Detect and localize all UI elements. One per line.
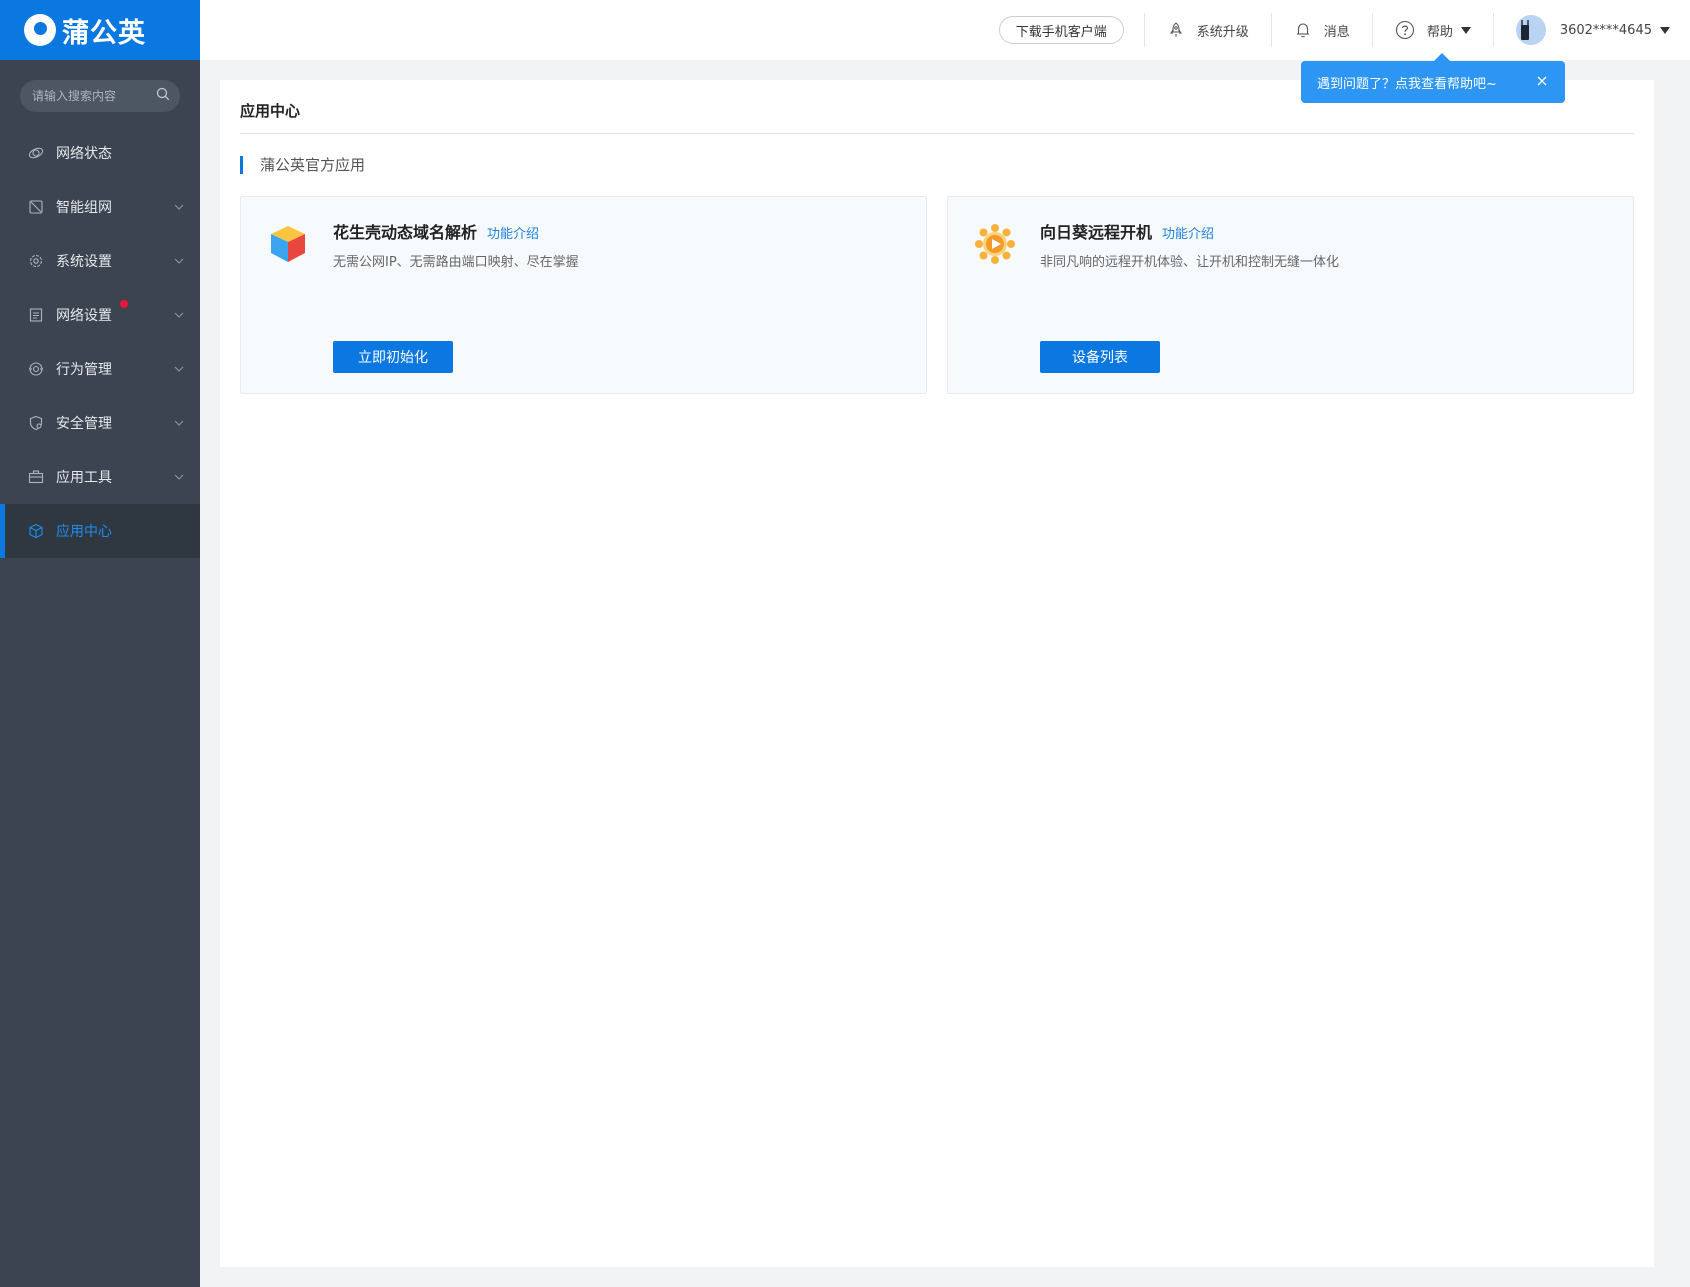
app-name: 花生壳动态域名解析	[333, 223, 478, 242]
app-card-description: 无需公网IP、无需路由端口映射、尽在掌握	[333, 255, 579, 270]
sidebar-item-label: 应用工具	[56, 470, 112, 486]
chevron-down-icon	[172, 416, 186, 430]
sidebar-item-label: 应用中心	[56, 524, 112, 540]
search-input[interactable]	[32, 89, 156, 103]
document-icon	[28, 307, 44, 323]
logo-icon	[24, 14, 56, 46]
feature-intro-link[interactable]: 功能介绍	[1162, 223, 1214, 242]
app-card-peanut-hull: 花生壳动态域名解析 功能介绍 无需公网IP、无需路由端口映射、尽在掌握 立即初始…	[240, 196, 927, 394]
shield-icon	[28, 415, 44, 431]
messages-button[interactable]: 消息	[1272, 21, 1372, 40]
app-card-sunflower: 向日葵远程开机 功能介绍 非同凡响的远程开机体验、让开机和控制无缝一体化 设备列…	[947, 196, 1634, 394]
sidebar-item-label: 网络状态	[56, 146, 112, 162]
rocket-icon	[1169, 22, 1182, 37]
sidebar-item-system-settings[interactable]: 系统设置	[0, 234, 200, 288]
chevron-down-icon	[172, 308, 186, 322]
network-status-icon	[28, 145, 44, 161]
caret-down-icon	[1660, 26, 1670, 34]
sidebar-item-behavior-management[interactable]: 行为管理	[0, 342, 200, 396]
account-id: 3602****4645	[1559, 22, 1652, 38]
messages-label: 消息	[1323, 24, 1350, 40]
help-menu[interactable]: 帮助	[1373, 20, 1493, 40]
help-tooltip-text: 遇到问题了？点我查看帮助吧~	[1317, 76, 1497, 92]
chevron-down-icon	[172, 254, 186, 268]
help-icon	[1395, 20, 1414, 40]
logo-text: 蒲公英	[62, 17, 146, 49]
sidebar-item-network-status[interactable]: 网络状态	[0, 126, 200, 180]
section-title: 蒲公英官方应用	[240, 156, 1634, 174]
peanut-hull-cube-icon	[267, 223, 309, 265]
sidebar-item-smart-network[interactable]: 智能组网	[0, 180, 200, 234]
top-header: 下载手机客户端 系统升级 消息 帮助 3602****4645	[200, 0, 1690, 60]
sidebar-search	[20, 80, 180, 112]
sidebar: 蒲公英 网络状态 智能组网 系统设置	[0, 0, 200, 1287]
system-upgrade-button[interactable]: 系统升级	[1145, 21, 1271, 40]
sunflower-icon	[974, 223, 1016, 265]
initialize-button[interactable]: 立即初始化	[333, 341, 453, 373]
app-card-title: 花生壳动态域名解析 功能介绍	[333, 219, 539, 243]
download-app-button[interactable]: 下载手机客户端	[998, 16, 1124, 44]
sidebar-item-app-tools[interactable]: 应用工具	[0, 450, 200, 504]
sidebar-item-security-management[interactable]: 安全管理	[0, 396, 200, 450]
toolbox-icon	[28, 469, 44, 485]
account-menu[interactable]: 3602****4645	[1494, 15, 1670, 45]
logo[interactable]: 蒲公英	[0, 0, 200, 60]
notification-dot	[120, 300, 128, 308]
sidebar-nav: 网络状态 智能组网 系统设置 网络设置 行为管理 安全管理 应用工具 应用中心	[0, 126, 200, 558]
app-name: 向日葵远程开机	[1040, 223, 1153, 242]
help-tooltip[interactable]: 遇到问题了？点我查看帮助吧~	[1301, 53, 1565, 103]
sidebar-item-network-settings[interactable]: 网络设置	[0, 288, 200, 342]
chevron-down-icon	[172, 362, 186, 376]
main-panel: 应用中心 蒲公英官方应用 花生壳动态域名解析 功能介绍 无需公网IP、无需路由端…	[220, 80, 1654, 1267]
sidebar-item-label: 系统设置	[56, 254, 112, 270]
close-icon[interactable]	[1535, 74, 1549, 88]
sidebar-item-app-center[interactable]: 应用中心	[0, 504, 200, 558]
router-device-icon	[1520, 20, 1529, 40]
sidebar-item-label: 行为管理	[56, 362, 112, 378]
feature-intro-link[interactable]: 功能介绍	[487, 223, 539, 242]
device-list-button[interactable]: 设备列表	[1040, 341, 1160, 373]
chevron-down-icon	[172, 200, 186, 214]
avatar	[1515, 15, 1546, 45]
app-card-description: 非同凡响的远程开机体验、让开机和控制无缝一体化	[1040, 255, 1340, 270]
caret-down-icon	[1460, 26, 1471, 34]
app-card-title: 向日葵远程开机 功能介绍	[1040, 219, 1214, 243]
sidebar-item-label: 安全管理	[56, 416, 112, 432]
help-label: 帮助	[1426, 24, 1453, 40]
sidebar-item-label: 网络设置	[56, 308, 112, 324]
system-upgrade-label: 系统升级	[1196, 24, 1249, 40]
sidebar-item-label: 智能组网	[56, 200, 112, 216]
smart-network-icon	[28, 199, 44, 215]
gear-icon	[28, 253, 44, 269]
search-icon[interactable]	[156, 87, 170, 105]
chevron-down-icon	[172, 470, 186, 484]
app-card-list: 花生壳动态域名解析 功能介绍 无需公网IP、无需路由端口映射、尽在掌握 立即初始…	[240, 196, 1634, 394]
bell-icon	[1296, 23, 1309, 38]
cube-icon	[28, 523, 44, 539]
behavior-icon	[28, 361, 44, 377]
